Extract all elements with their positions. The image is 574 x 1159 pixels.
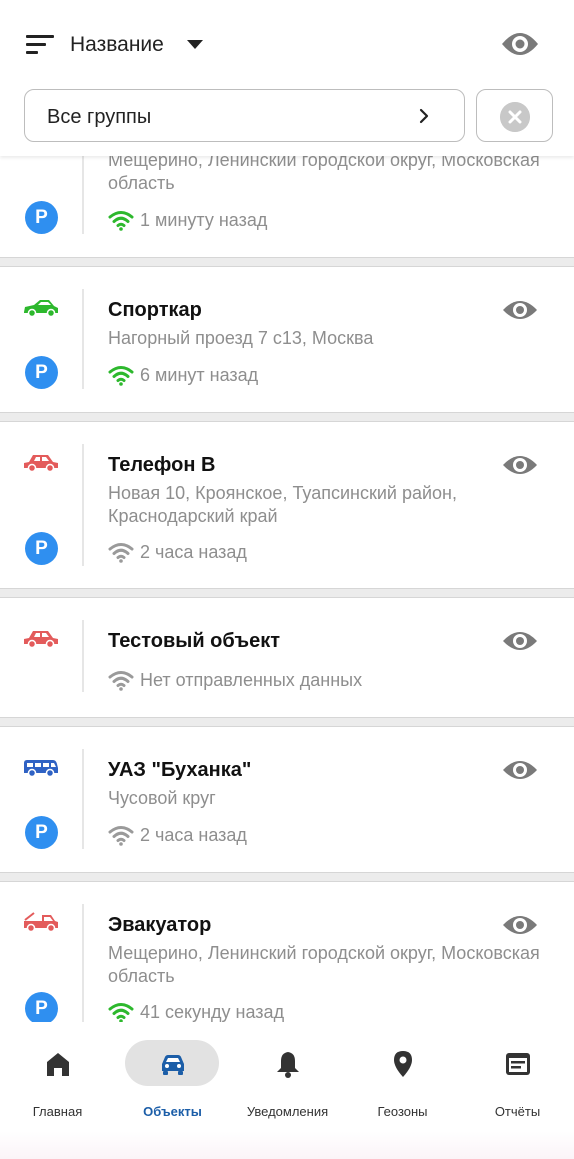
last-update-text: Нет отправленных данных: [140, 669, 363, 690]
van-icon: [24, 760, 58, 778]
object-address: Новая 10, Кроянское, Туапсинский район, …: [108, 483, 457, 526]
wifi-signal-icon: [108, 826, 134, 846]
last-update-text: 2 часа назад: [140, 824, 247, 845]
chevron-right-icon: [419, 108, 429, 124]
bell-icon: [277, 1052, 299, 1078]
nav-label: Объекты: [143, 1104, 202, 1119]
object-card[interactable]: P Спорткар Нагорный проезд 7 с13, Москва…: [0, 267, 574, 412]
card-separator: [0, 412, 574, 422]
system-nav-strip: [0, 1131, 574, 1159]
object-title: Телефон В: [108, 454, 216, 476]
group-select-label: Все группы: [47, 106, 152, 128]
car-icon: [24, 455, 58, 473]
visibility-eye-icon[interactable]: [502, 757, 538, 783]
object-card[interactable]: P Телефон В Новая 10, Кроянское, Туапсин…: [0, 422, 574, 588]
wifi-signal-icon: [108, 671, 134, 691]
object-status: 2 часа назад: [108, 823, 247, 847]
object-status: 41 секунду назад: [108, 1000, 284, 1024]
location-pin-icon: [394, 1051, 412, 1077]
clear-filter-button[interactable]: [476, 89, 553, 142]
tow-truck-icon: [24, 912, 58, 933]
nav-label: Уведомления: [246, 1104, 329, 1119]
nav-item-objects[interactable]: Объекты: [115, 1022, 230, 1132]
card-separator: [0, 257, 574, 267]
object-title: Тестовый объект: [108, 630, 280, 652]
report-icon: [506, 1053, 530, 1075]
sort-icon[interactable]: [26, 33, 56, 55]
wifi-signal-icon: [108, 1003, 134, 1023]
card-divider: [82, 620, 84, 692]
group-select[interactable]: Все группы: [24, 89, 465, 142]
close-icon: [500, 102, 530, 132]
last-update-text: 41 секунду назад: [140, 1001, 285, 1022]
nav-label: Геозоны: [377, 1104, 428, 1119]
card-divider: [82, 444, 84, 566]
object-address: Чусовой круг: [108, 788, 216, 808]
sports-car-icon: [24, 300, 58, 318]
parking-badge: P: [25, 201, 58, 234]
card-separator: [0, 717, 574, 727]
card-divider: [82, 289, 84, 389]
parking-badge: P: [25, 816, 58, 849]
object-status: 1 минуту назад: [108, 208, 267, 232]
card-divider: [82, 904, 84, 1029]
nav-label: Главная: [32, 1104, 83, 1119]
card-divider: [82, 749, 84, 849]
last-update-text: 2 часа назад: [140, 541, 247, 562]
object-status: Нет отправленных данных: [108, 668, 362, 692]
dropdown-caret-icon[interactable]: [187, 40, 203, 49]
object-title: УАЗ "Буханка": [108, 759, 252, 781]
object-card[interactable]: Тестовый объект Нет отправленных данных: [0, 598, 574, 717]
object-title: Эвакуатор: [108, 914, 212, 936]
car-icon: [162, 1055, 184, 1075]
nav-item-geozones[interactable]: Геозоны: [345, 1022, 460, 1132]
object-status: 2 часа назад: [108, 540, 247, 564]
object-status: 6 минут назад: [108, 363, 258, 387]
wifi-signal-icon: [108, 366, 134, 386]
object-title: Спорткар: [108, 299, 202, 321]
visibility-eye-icon[interactable]: [502, 628, 538, 654]
object-card[interactable]: P Эвакуатор Мещерино, Ленинский городско…: [0, 882, 574, 1042]
object-list: Мещерино, Ленинский городской округ, Мос…: [0, 0, 574, 1159]
card-separator: [0, 588, 574, 598]
nav-item-home[interactable]: Главная: [0, 1022, 115, 1132]
visibility-eye-icon[interactable]: [502, 452, 538, 478]
nav-label: Отчёты: [494, 1104, 541, 1119]
object-address: Нагорный проезд 7 с13, Москва: [108, 328, 374, 348]
bottom-navigation: Главная Объекты Уведомления Геозоны Отчё…: [0, 1022, 574, 1159]
parking-badge: P: [25, 992, 58, 1025]
nav-item-reports[interactable]: Отчёты: [460, 1022, 574, 1132]
parking-badge: P: [25, 532, 58, 565]
visibility-eye-icon[interactable]: [502, 297, 538, 323]
car-icon: [24, 631, 58, 649]
object-card[interactable]: P УАЗ "Буханка" Чусовой круг 2 часа наза…: [0, 727, 574, 872]
visibility-eye-icon[interactable]: [502, 912, 538, 938]
sort-label[interactable]: Название: [70, 33, 164, 57]
card-separator: [0, 872, 574, 882]
wifi-signal-icon: [108, 211, 134, 231]
visibility-eye-icon[interactable]: [500, 28, 540, 60]
last-update-text: 1 минуту назад: [140, 209, 268, 230]
object-address: Мещерино, Ленинский городской округ, Мос…: [108, 943, 540, 986]
parking-badge: P: [25, 356, 58, 389]
last-update-text: 6 минут назад: [140, 364, 259, 385]
home-icon: [47, 1053, 69, 1076]
top-bar: Название Все группы: [0, 0, 574, 156]
nav-item-notifications[interactable]: Уведомления: [230, 1022, 345, 1132]
wifi-signal-icon: [108, 543, 134, 563]
